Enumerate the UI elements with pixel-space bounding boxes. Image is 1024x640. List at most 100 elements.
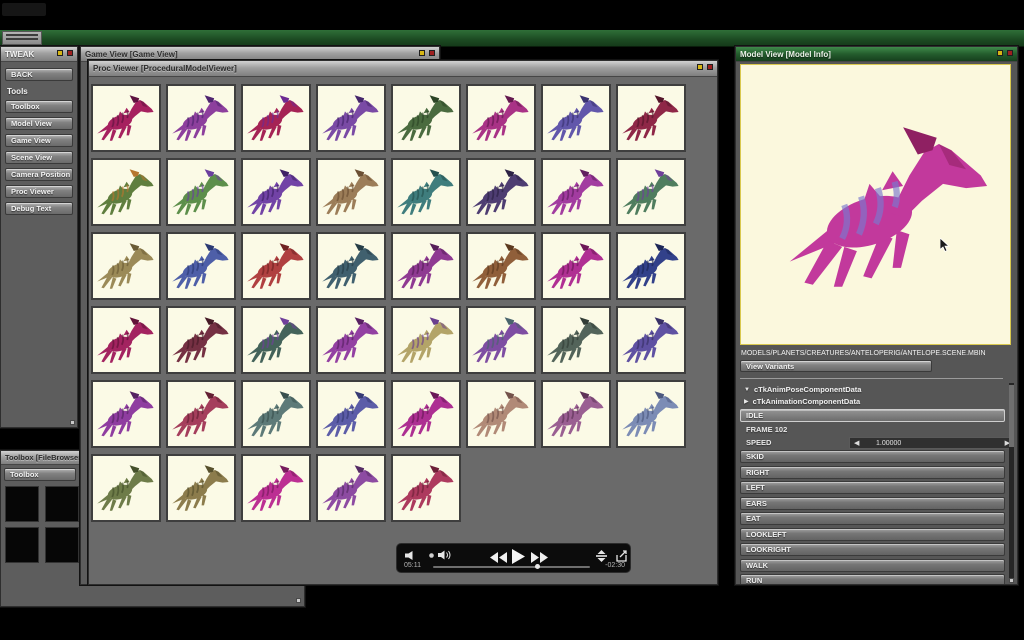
file-tile[interactable] [45,527,79,563]
toolbox-button[interactable]: Toolbox [4,468,76,481]
anim-button-left[interactable]: LEFT [740,481,1005,494]
seek-handle[interactable] [534,564,540,569]
creature-variant-cell[interactable] [616,232,686,300]
anim-button-lookright[interactable]: LOOKRIGHT [740,543,1005,556]
creature-variant-cell[interactable] [541,158,611,226]
creature-variant-cell[interactable] [391,454,461,522]
creature-variant-cell[interactable] [241,232,311,300]
chevron-down-icon[interactable]: ▼ [744,387,750,393]
creature-variant-cell[interactable] [91,232,161,300]
creature-variant-cell[interactable] [166,158,236,226]
file-tile[interactable] [5,486,39,522]
component-anim-pose[interactable]: ▼ cTkAnimPoseComponentData [744,385,861,394]
close-button[interactable] [1007,50,1013,56]
scrollbar[interactable] [1009,383,1014,580]
creature-variant-cell[interactable] [241,158,311,226]
sidebar-item-model-view[interactable]: Model View [5,117,73,130]
creature-variant-cell[interactable] [616,84,686,152]
volume-icon[interactable] [405,551,416,560]
creature-variant-cell[interactable] [316,380,386,448]
file-tile[interactable] [45,486,79,522]
creature-variant-cell[interactable] [91,158,161,226]
chevron-right-icon[interactable]: ▶ [744,398,749,405]
fast-forward-icon[interactable] [531,552,548,563]
creature-variant-cell[interactable] [316,158,386,226]
anim-button-walk[interactable]: WALK [740,558,1005,572]
creature-variant-cell[interactable] [241,454,311,522]
resize-grip[interactable] [1009,578,1014,583]
creature-variant-cell[interactable] [166,454,236,522]
resize-grip[interactable] [70,420,75,425]
sidebar-item-debug-text[interactable]: Debug Text [5,202,73,215]
scrollbar-thumb[interactable] [1009,385,1014,447]
sidebar-item-camera-position[interactable]: Camera Position [5,168,73,181]
play-icon[interactable] [512,549,525,564]
creature-variant-cell[interactable] [241,84,311,152]
minimize-button[interactable] [57,50,63,56]
creature-variant-cell[interactable] [466,84,536,152]
creature-variant-cell[interactable] [91,84,161,152]
creature-variant-cell[interactable] [466,306,536,374]
share-icon[interactable] [616,550,628,562]
creature-variant-cell[interactable] [466,380,536,448]
creature-variant-cell[interactable] [316,306,386,374]
creature-variant-cell[interactable] [166,380,236,448]
view-variants-button[interactable]: View Variants [740,360,932,372]
creature-variant-cell[interactable] [466,232,536,300]
creature-variant-cell[interactable] [391,306,461,374]
minimize-button[interactable] [419,50,425,56]
creature-variant-cell[interactable] [541,380,611,448]
proc-viewer-titlebar[interactable]: Proc Viewer [ProceduralModelViewer] [89,61,717,77]
creature-variant-cell[interactable] [391,232,461,300]
creature-variant-cell[interactable] [616,380,686,448]
anim-button-idle[interactable]: IDLE [740,409,1005,422]
anim-button-run[interactable]: RUN [740,574,1005,584]
model-viewport[interactable] [740,64,1011,345]
frame-step-icon[interactable] [596,550,607,562]
creature-variant-cell[interactable] [91,380,161,448]
creature-variant-cell[interactable] [316,232,386,300]
tweak-titlebar[interactable]: TWEAK [1,47,77,62]
creature-variant-cell[interactable] [541,232,611,300]
creature-variant-cell[interactable] [541,306,611,374]
sidebar-item-game-view[interactable]: Game View [5,134,73,147]
creature-variant-cell[interactable] [241,306,311,374]
sidebar-item-toolbox[interactable]: Toolbox [5,100,73,113]
creature-variant-cell[interactable] [91,306,161,374]
creature-variant-cell[interactable] [91,454,161,522]
rewind-icon[interactable] [490,552,507,563]
creature-variant-cell[interactable] [391,380,461,448]
anim-button-eat[interactable]: EAT [740,512,1005,525]
creature-variant-cell[interactable] [166,232,236,300]
close-button[interactable] [67,50,73,56]
file-tile[interactable] [5,527,39,563]
sidebar-item-scene-view[interactable]: Scene View [5,151,73,164]
creature-variant-cell[interactable] [316,84,386,152]
creature-variant-cell[interactable] [391,158,461,226]
minimize-button[interactable] [997,50,1003,56]
sidebar-item-proc-viewer[interactable]: Proc Viewer [5,185,73,198]
creature-variant-cell[interactable] [241,380,311,448]
back-button[interactable]: BACK [5,68,73,81]
menu-bar-tab[interactable] [2,31,42,45]
minimize-button[interactable] [697,64,703,70]
anim-button-right[interactable]: RIGHT [740,465,1005,479]
close-button[interactable] [429,50,435,56]
creature-variant-cell[interactable] [466,158,536,226]
resize-grip[interactable] [296,598,301,603]
creature-variant-cell[interactable] [316,454,386,522]
anim-button-ears[interactable]: EARS [740,496,1005,510]
anim-button-skid[interactable]: SKID [740,450,1005,463]
speed-spinner[interactable]: ◀ 1.00000 ▶ [849,437,1014,449]
creature-variant-cell[interactable] [616,306,686,374]
seek-bar[interactable] [433,564,590,569]
speaker-icon[interactable] [438,550,451,560]
creature-variant-cell[interactable] [166,306,236,374]
decrement-arrow-icon[interactable]: ◀ [854,439,859,447]
component-animation[interactable]: ▶ cTkAnimationComponentData [744,397,860,406]
close-button[interactable] [707,64,713,70]
model-view-titlebar[interactable]: Model View [Model Info] [736,47,1017,62]
creature-variant-cell[interactable] [541,84,611,152]
creature-variant-cell[interactable] [616,158,686,226]
creature-variant-cell[interactable] [391,84,461,152]
